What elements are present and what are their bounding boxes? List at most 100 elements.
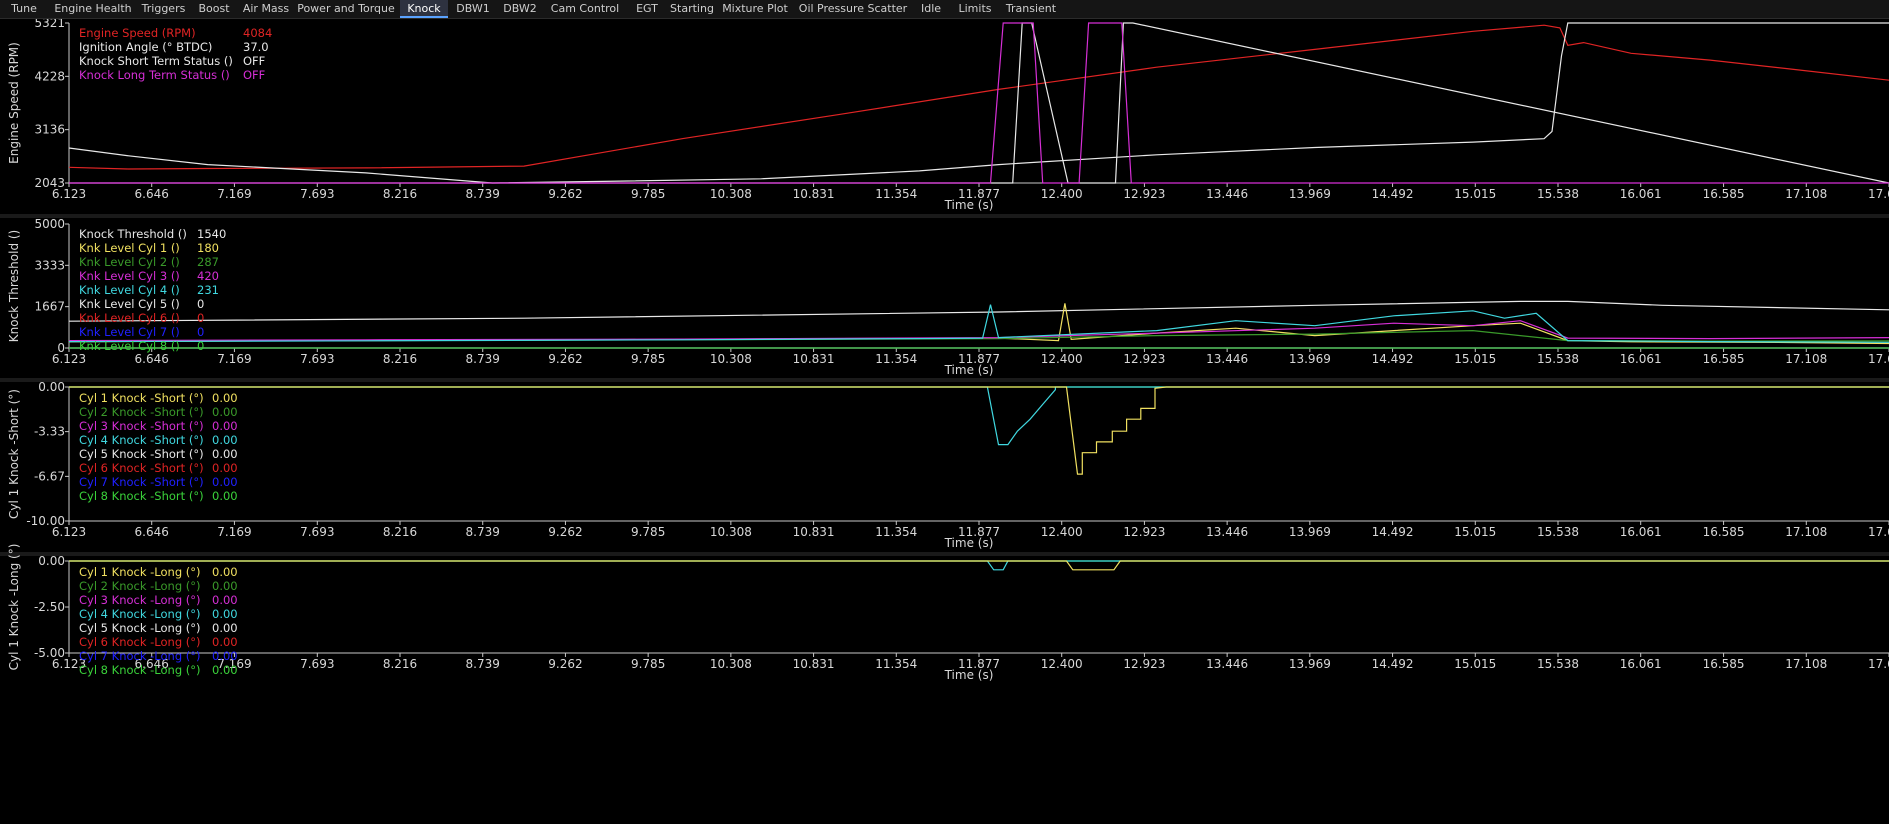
y-tick-label: -10.00 [26, 514, 65, 528]
x-tick-label: 13.969 [1289, 657, 1331, 671]
x-tick-label: 12.400 [1041, 352, 1083, 366]
x-tick-label: 11.354 [875, 525, 917, 539]
tab-oil-pressure-scatter[interactable]: Oil Pressure Scatter [793, 0, 913, 18]
chart-panel-4: 6.123 6.646 7.169 7.693 8.216 8.739 9.262 9.785… [7, 544, 1889, 682]
y-tick-label: 5321 [34, 19, 65, 30]
x-tick-label: 9.262 [548, 352, 582, 366]
legend-label: Knk Level Cyl 5 () [79, 297, 180, 311]
tab-limits[interactable]: Limits [950, 0, 1000, 18]
x-tick-label: 6.646 [135, 187, 169, 201]
x-tick-label: 16.585 [1703, 657, 1745, 671]
x-tick-label: 9.785 [631, 187, 665, 201]
series-line-ignition-angle-btdc- [69, 22, 1889, 184]
legend-label: Knk Level Cyl 1 () [79, 241, 180, 255]
x-tick-label: 14.492 [1372, 657, 1414, 671]
legend-value: 37.0 [243, 40, 269, 54]
x-tick-label: 17.631 [1868, 187, 1889, 201]
series-group [69, 560, 1889, 571]
y-tick-label: -2.50 [34, 600, 65, 614]
legend: Knock Threshold () 1540 Knk Level Cyl 1 ()… [79, 227, 226, 353]
tab-transient[interactable]: Transient [1001, 0, 1061, 18]
legend-value: 0 [197, 297, 204, 311]
x-tick-label: 10.831 [793, 525, 835, 539]
x-tick-label: 8.216 [383, 525, 417, 539]
x-tick-label: 11.354 [875, 657, 917, 671]
x-tick-label: 10.831 [793, 657, 835, 671]
tab-power-and-torque[interactable]: Power and Torque [292, 0, 400, 18]
y-tick-label: 5000 [34, 217, 65, 231]
x-tick-label: 7.693 [300, 657, 334, 671]
tab-engine-health[interactable]: Engine Health [48, 0, 138, 18]
legend-value: 0.00 [212, 433, 238, 447]
legend-label: Knock Short Term Status () [79, 54, 233, 68]
x-tick-label: 9.785 [631, 657, 665, 671]
tab-triggers[interactable]: Triggers [137, 0, 190, 18]
y-tick-label: -3.33 [34, 425, 65, 439]
tab-dbw1[interactable]: DBW1 [449, 0, 497, 18]
tab-tune[interactable]: Tune [0, 0, 48, 18]
x-tick-label: 7.693 [300, 187, 334, 201]
tab-air-mass[interactable]: Air Mass [238, 0, 294, 18]
x-tick-label: 14.492 [1372, 525, 1414, 539]
x-tick-label: 10.308 [710, 525, 752, 539]
tab-knock[interactable]: Knock [400, 0, 448, 18]
tab-mixture-plot[interactable]: Mixture Plot [717, 0, 793, 18]
x-tick-label: 16.061 [1620, 525, 1662, 539]
x-tick-label: 17.631 [1868, 352, 1889, 366]
legend-label: Cyl 3 Knock -Short (°) [79, 419, 204, 433]
x-tick-label: 15.015 [1454, 525, 1496, 539]
x-tick-label: 13.446 [1206, 187, 1248, 201]
x-tick-label: 6.646 [135, 525, 169, 539]
tab-idle[interactable]: Idle [912, 0, 950, 18]
legend-label: Cyl 6 Knock -Long (°) [79, 635, 201, 649]
x-tick-label: 12.400 [1041, 525, 1083, 539]
x-tick-label: 16.061 [1620, 352, 1662, 366]
legend-label: Cyl 4 Knock -Short (°) [79, 433, 204, 447]
y-tick-label: 2043 [34, 176, 65, 190]
series-group [69, 300, 1889, 349]
x-tick-label: 15.015 [1454, 657, 1496, 671]
legend-label: Cyl 8 Knock -Short (°) [79, 489, 204, 503]
x-tick-label: 6.646 [135, 352, 169, 366]
series-line-knk-level-cyl-4- [69, 304, 1889, 343]
legend-label: Knk Level Cyl 8 () [79, 339, 180, 353]
x-tick-label: 17.108 [1785, 352, 1827, 366]
x-tick-label: 13.446 [1206, 657, 1248, 671]
series-line-cyl-1-knock-short- [69, 386, 1889, 475]
legend-label: Cyl 3 Knock -Long (°) [79, 593, 201, 607]
legend-value: 0.00 [212, 475, 238, 489]
x-tick-label: 17.108 [1785, 657, 1827, 671]
y-tick-label: 4228 [34, 69, 65, 83]
y-tick-label: 0.00 [38, 554, 65, 568]
tab-bar: Tune Engine Health Triggers Boost Air Mass Po… [0, 0, 1889, 19]
tab-dbw2[interactable]: DBW2 [497, 0, 543, 18]
charts-area: 6.123 6.646 7.169 7.693 8.216 8.739 9.262 9.785… [0, 19, 1889, 682]
y-axis-label: Cyl 1 Knock -Short (°) [7, 389, 21, 519]
x-tick-label: 15.538 [1537, 657, 1579, 671]
y-tick-label: 1667 [34, 300, 65, 314]
legend-value: 0 [197, 311, 204, 325]
series-group [69, 386, 1889, 475]
tab-boost[interactable]: Boost [190, 0, 238, 18]
legend-label: Cyl 7 Knock -Short (°) [79, 475, 204, 489]
legend-value: 0.00 [212, 447, 238, 461]
x-tick-label: 17.631 [1868, 657, 1889, 671]
x-tick-label: 17.108 [1785, 187, 1827, 201]
legend-value: OFF [243, 68, 265, 82]
legend-value: 0.00 [212, 565, 238, 579]
x-tick-label: 8.739 [466, 352, 500, 366]
legend-label: Cyl 1 Knock -Short (°) [79, 391, 204, 405]
tab-starting[interactable]: Starting [667, 0, 717, 18]
chart-panel-2: 6.123 6.646 7.169 7.693 8.216 8.739 9.262 9.785… [7, 217, 1889, 377]
legend-value: 0.00 [212, 391, 238, 405]
tab-egt[interactable]: EGT [626, 0, 668, 18]
tab-cam-control[interactable]: Cam Control [543, 0, 627, 18]
legend-label: Knk Level Cyl 6 () [79, 311, 180, 325]
legend-label: Ignition Angle (° BTDC) [79, 40, 212, 54]
x-tick-label: 15.015 [1454, 187, 1496, 201]
legend-value: 0.00 [212, 607, 238, 621]
legend-value: 0.00 [212, 635, 238, 649]
x-tick-label: 13.969 [1289, 187, 1331, 201]
legend-value: 0.00 [212, 405, 238, 419]
series-line-knock-short-term-status- [69, 22, 1889, 184]
